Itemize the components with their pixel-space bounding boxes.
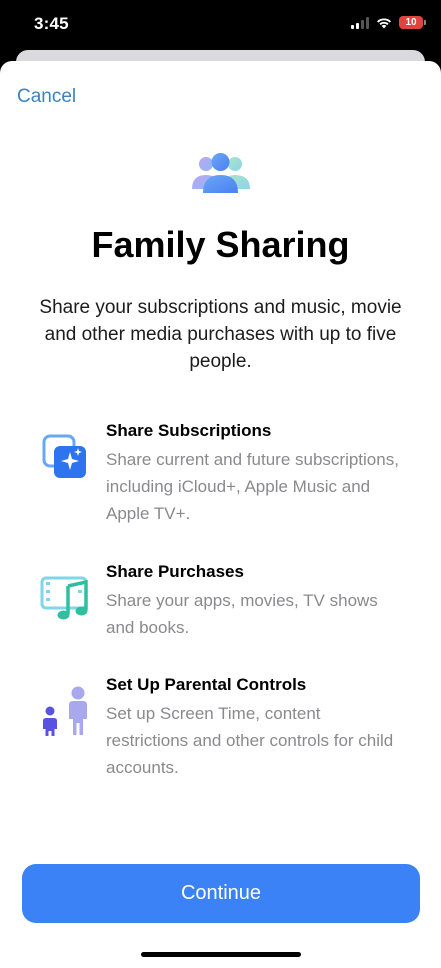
feature-description: Share current and future subscriptions, … [106, 450, 399, 523]
feature-title: Share Subscriptions [106, 421, 272, 440]
wifi-icon [377, 17, 391, 28]
battery-level: 10 [405, 17, 417, 28]
feature-title: Share Purchases [106, 562, 244, 581]
subscriptions-icon [42, 434, 86, 478]
battery-icon: 10 [399, 16, 426, 29]
purchases-music-film-icon [40, 576, 88, 620]
status-icons: 10 [351, 16, 426, 29]
feature-description: Share your apps, movies, TV shows and bo… [106, 591, 378, 637]
status-bar: 3:45 10 [0, 0, 441, 50]
family-people-icon [192, 153, 250, 193]
status-time: 3:45 [34, 14, 69, 33]
parent-child-icon [43, 686, 87, 736]
home-indicator[interactable] [141, 952, 301, 957]
feature-title: Set Up Parental Controls [106, 675, 307, 694]
family-sharing-sheet: Cancel Family Sharing Share your subscri… [0, 61, 441, 968]
feature-description: Set up Screen Time, content restrictions… [106, 704, 394, 777]
continue-button[interactable]: Continue [22, 864, 420, 923]
cancel-button[interactable]: Cancel [17, 86, 76, 108]
page-subtitle: Share your subscriptions and music, movi… [39, 297, 402, 372]
cellular-signal-icon [351, 16, 369, 29]
page-title: Family Sharing [91, 224, 350, 265]
